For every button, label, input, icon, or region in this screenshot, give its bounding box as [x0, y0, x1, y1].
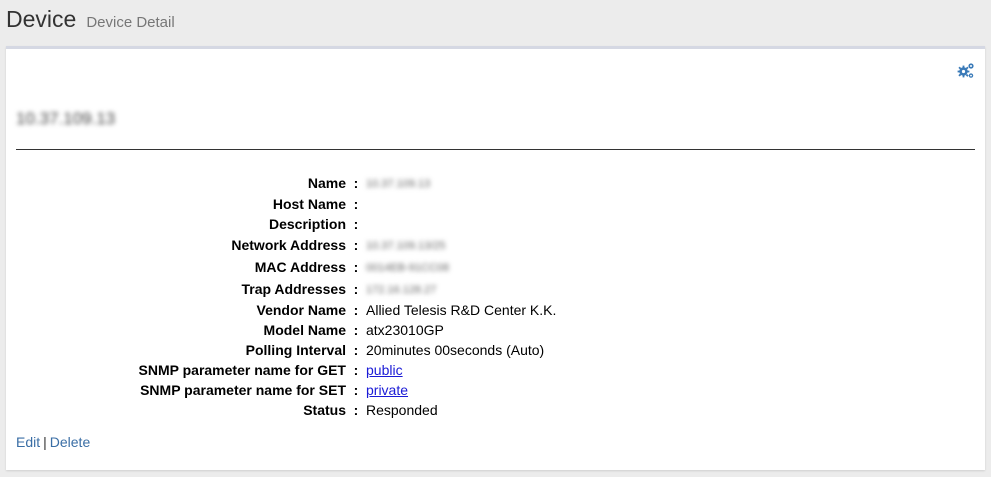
actions-divider: | — [43, 434, 47, 450]
delete-link[interactable]: Delete — [50, 434, 90, 450]
detail-separator: : — [353, 259, 359, 275]
page-subtitle: Device Detail — [86, 14, 175, 31]
device-heading: 10.37.109.13 — [16, 109, 116, 128]
detail-value: Allied Telesis R&D Center K.K. — [366, 302, 557, 318]
detail-separator: : — [353, 362, 359, 378]
detail-value-cell: public — [366, 360, 556, 380]
detail-separator: : — [353, 196, 359, 212]
detail-value-cell: 172.16.128.27 — [366, 278, 556, 300]
detail-separator: : — [353, 342, 359, 358]
detail-separator: : — [353, 281, 359, 297]
divider — [16, 149, 975, 150]
detail-separator: : — [353, 175, 359, 191]
detail-separator: : — [353, 322, 359, 338]
detail-value-cell — [366, 214, 556, 234]
detail-label: Name — [307, 175, 346, 191]
detail-row: Model Name: atx23010GP — [6, 320, 556, 340]
detail-value-cell: 0014EB-91CC08 — [366, 256, 556, 278]
detail-value: 10.37.109.13/25 — [366, 240, 446, 252]
detail-row: SNMP parameter name for GET: public — [6, 360, 556, 380]
detail-separator: : — [353, 216, 359, 232]
detail-label: Status — [303, 402, 346, 418]
detail-row: Vendor Name: Allied Telesis R&D Center K.… — [6, 300, 557, 320]
detail-value-cell: Responded — [366, 400, 556, 420]
detail-row: Status: Responded — [6, 400, 556, 420]
detail-value-cell: private — [366, 380, 556, 400]
detail-row: Trap Addresses:172.16.128.27 — [6, 278, 556, 300]
detail-row: MAC Address:0014EB-91CC08 — [6, 256, 556, 278]
detail-value-cell: Allied Telesis R&D Center K.K. — [366, 300, 556, 320]
detail-value: 20minutes 00seconds (Auto) — [366, 342, 545, 358]
detail-value: atx23010GP — [366, 322, 444, 338]
detail-label: Vendor Name — [256, 302, 346, 318]
snmp-parameter-link[interactable]: public — [366, 362, 403, 378]
detail-value: Responded — [366, 402, 438, 418]
detail-label: SNMP parameter name for GET — [138, 362, 346, 378]
detail-label: Polling Interval — [245, 342, 346, 358]
page-header: Device Device Detail — [6, 6, 175, 36]
detail-label: Model Name — [263, 322, 346, 338]
detail-value-cell: atx23010GP — [366, 320, 556, 340]
detail-separator: : — [353, 302, 359, 318]
detail-label: SNMP parameter name for SET — [140, 382, 346, 398]
actions-bar: Edit | Delete — [16, 434, 90, 450]
device-detail-panel: 10.37.109.13 Name:10.37.109.13 Host Name:… — [6, 46, 985, 470]
gears-icon[interactable] — [957, 62, 975, 80]
edit-link[interactable]: Edit — [16, 434, 40, 450]
detail-value-cell — [366, 194, 556, 214]
detail-separator: : — [353, 382, 359, 398]
detail-label: Network Address — [231, 237, 346, 253]
detail-label: Trap Addresses — [241, 281, 346, 297]
detail-value-cell: 10.37.109.13/25 — [366, 234, 556, 256]
detail-row: Name:10.37.109.13 — [6, 172, 556, 194]
detail-row: SNMP parameter name for SET: private — [6, 380, 556, 400]
detail-row: Host Name: — [6, 194, 556, 214]
device-detail-table: Name:10.37.109.13 Host Name: Description: N… — [6, 172, 557, 420]
page-title: Device — [6, 6, 77, 32]
snmp-parameter-link[interactable]: private — [366, 382, 408, 398]
detail-label: MAC Address — [254, 259, 346, 275]
detail-separator: : — [353, 402, 359, 418]
detail-row: Network Address:10.37.109.13/25 — [6, 234, 556, 256]
detail-value: 10.37.109.13 — [366, 178, 431, 190]
detail-value: 172.16.128.27 — [366, 284, 437, 296]
detail-label: Description — [268, 216, 346, 232]
detail-row: Polling Interval:20minutes 00seconds (Au… — [6, 340, 556, 360]
detail-value: 0014EB-91CC08 — [366, 262, 450, 274]
detail-value-cell: 10.37.109.13 — [366, 172, 556, 194]
detail-row: Description: — [6, 214, 556, 234]
detail-separator: : — [353, 237, 359, 253]
detail-label: Host Name — [272, 196, 346, 212]
detail-value-cell: 20minutes 00seconds (Auto) — [366, 340, 556, 360]
